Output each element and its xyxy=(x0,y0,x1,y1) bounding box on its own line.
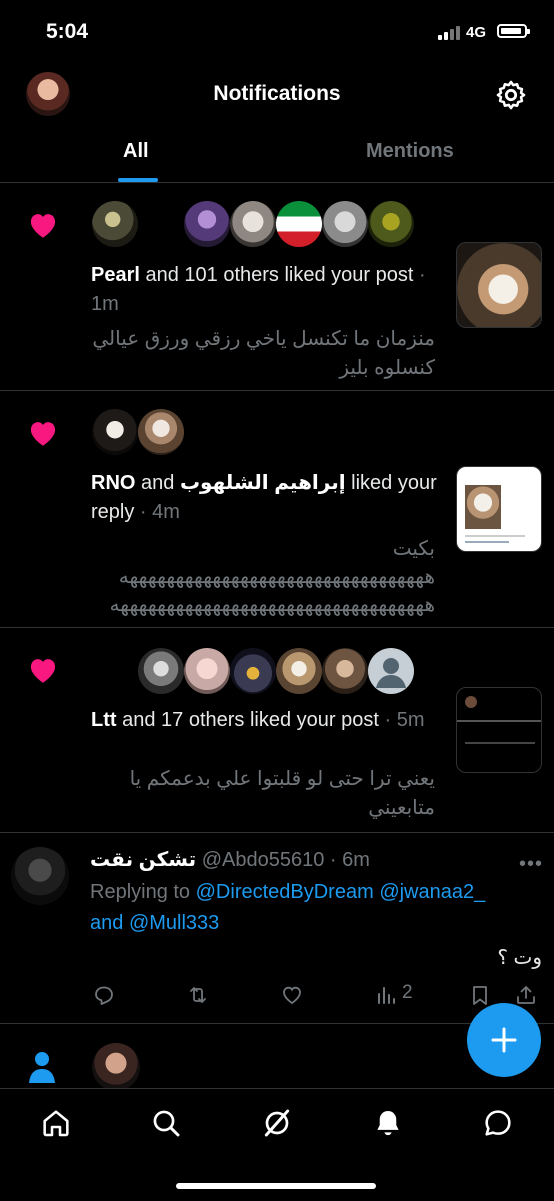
avatar[interactable] xyxy=(322,201,368,247)
bottom-nav xyxy=(0,1088,554,1201)
clock: 5:04 xyxy=(46,20,89,43)
reply-preview-text: بكيت هههههههههههههههههههههههههههههههههه … xyxy=(109,538,436,616)
gear-icon[interactable] xyxy=(494,78,528,112)
active-tab-indicator xyxy=(118,178,158,182)
tab-bar: All Mentions xyxy=(0,130,554,183)
home-indicator xyxy=(176,1183,376,1189)
avatar[interactable] xyxy=(138,409,184,455)
notifications-bell-icon[interactable] xyxy=(372,1107,404,1139)
tweet[interactable]: تشكن نقت @Abdo55610 · 6m ••• Replying to… xyxy=(0,833,554,1024)
timestamp: · 6m xyxy=(324,849,370,871)
tweet-header: تشكن نقت @Abdo55610 · 6m xyxy=(90,847,510,873)
avatar[interactable] xyxy=(92,201,138,247)
default-avatar[interactable] xyxy=(368,648,414,694)
post-preview-text: يعني ترا حتى لو قلبتوا علي بدعمكم يا متا… xyxy=(129,768,435,819)
tab-mentions[interactable]: Mentions xyxy=(366,140,454,163)
space-avatar[interactable] xyxy=(92,1043,140,1091)
actor-name[interactable]: Pearl xyxy=(91,264,140,286)
person-placeholder-icon xyxy=(376,658,406,688)
avatar[interactable] xyxy=(276,201,322,247)
post-preview-text: منزمان ما تكنسل ياخي رزقي ورزق عيالي كنس… xyxy=(92,328,435,379)
reply-icon[interactable] xyxy=(92,983,116,1007)
plus-icon xyxy=(491,1027,517,1053)
network-type: 4G xyxy=(466,24,487,41)
top-bar: Notifications xyxy=(0,60,554,130)
notification-item[interactable]: Pearl and 101 others liked your post · 1… xyxy=(0,183,554,391)
messages-icon[interactable] xyxy=(482,1107,514,1139)
compose-button[interactable] xyxy=(467,1003,541,1077)
bookmark-icon[interactable] xyxy=(468,983,492,1007)
retweet-icon[interactable] xyxy=(186,983,210,1007)
signal-icon xyxy=(438,26,462,40)
tweet-actions: 2 xyxy=(90,981,550,1009)
search-icon[interactable] xyxy=(150,1107,182,1139)
grok-icon[interactable] xyxy=(261,1107,293,1139)
battery-icon xyxy=(497,24,530,38)
heart-icon xyxy=(30,214,56,238)
tweet-author-avatar[interactable] xyxy=(11,847,69,905)
views-count: 2 xyxy=(402,982,413,1003)
notification-text: RNO and إبراهيم الشلهوب liked your reply… xyxy=(91,472,437,523)
views-icon[interactable] xyxy=(374,983,398,1007)
actor-name[interactable]: RNO xyxy=(91,472,135,494)
notification-item[interactable]: RNO and إبراهيم الشلهوب liked your reply… xyxy=(0,391,554,628)
mention-link[interactable]: @jwanaa2_ xyxy=(379,881,485,903)
home-icon[interactable] xyxy=(40,1107,72,1139)
notification-item[interactable]: Ltt and 17 others liked your post · 5m ي… xyxy=(0,628,554,833)
avatar[interactable] xyxy=(230,201,276,247)
avatar[interactable] xyxy=(322,648,368,694)
like-icon[interactable] xyxy=(280,983,304,1007)
post-thumbnail[interactable] xyxy=(456,242,542,328)
post-thumbnail[interactable] xyxy=(456,466,542,552)
tweet-author-handle[interactable]: @Abdo55610 xyxy=(202,849,325,871)
avatar[interactable] xyxy=(368,201,414,247)
post-thumbnail[interactable] xyxy=(456,687,542,773)
mention-link[interactable]: @Mull333 xyxy=(129,912,219,934)
more-options-icon[interactable]: ••• xyxy=(519,853,543,876)
heart-icon xyxy=(30,422,56,446)
share-icon[interactable] xyxy=(514,983,538,1007)
actor-name-2[interactable]: إبراهيم الشلهوب xyxy=(180,472,346,494)
notification-text: Pearl and 101 others liked your post · 1… xyxy=(91,264,426,315)
tweet-text: وت ؟ xyxy=(497,947,542,969)
mention-link[interactable]: @DirectedByDream xyxy=(196,881,374,903)
tweet-author-name[interactable]: تشكن نقت xyxy=(90,849,196,871)
page-title: Notifications xyxy=(213,82,341,105)
avatar[interactable] xyxy=(184,201,230,247)
avatar[interactable] xyxy=(276,648,322,694)
avatar[interactable] xyxy=(92,409,138,455)
avatar[interactable] xyxy=(230,648,276,694)
heart-icon xyxy=(30,659,56,683)
avatar[interactable] xyxy=(184,648,230,694)
tab-all[interactable]: All xyxy=(123,140,149,163)
actor-name[interactable]: Ltt xyxy=(91,709,117,731)
avatar[interactable] xyxy=(138,648,184,694)
person-icon[interactable] xyxy=(28,1050,56,1084)
notification-text: Ltt and 17 others liked your post · 5m xyxy=(91,709,425,731)
timestamp: · 5m xyxy=(378,709,425,731)
status-bar: 5:04 4G xyxy=(0,0,554,60)
replying-to: Replying to @DirectedByDream @jwanaa2_ a… xyxy=(90,881,486,934)
timestamp: · 4m xyxy=(134,501,180,523)
